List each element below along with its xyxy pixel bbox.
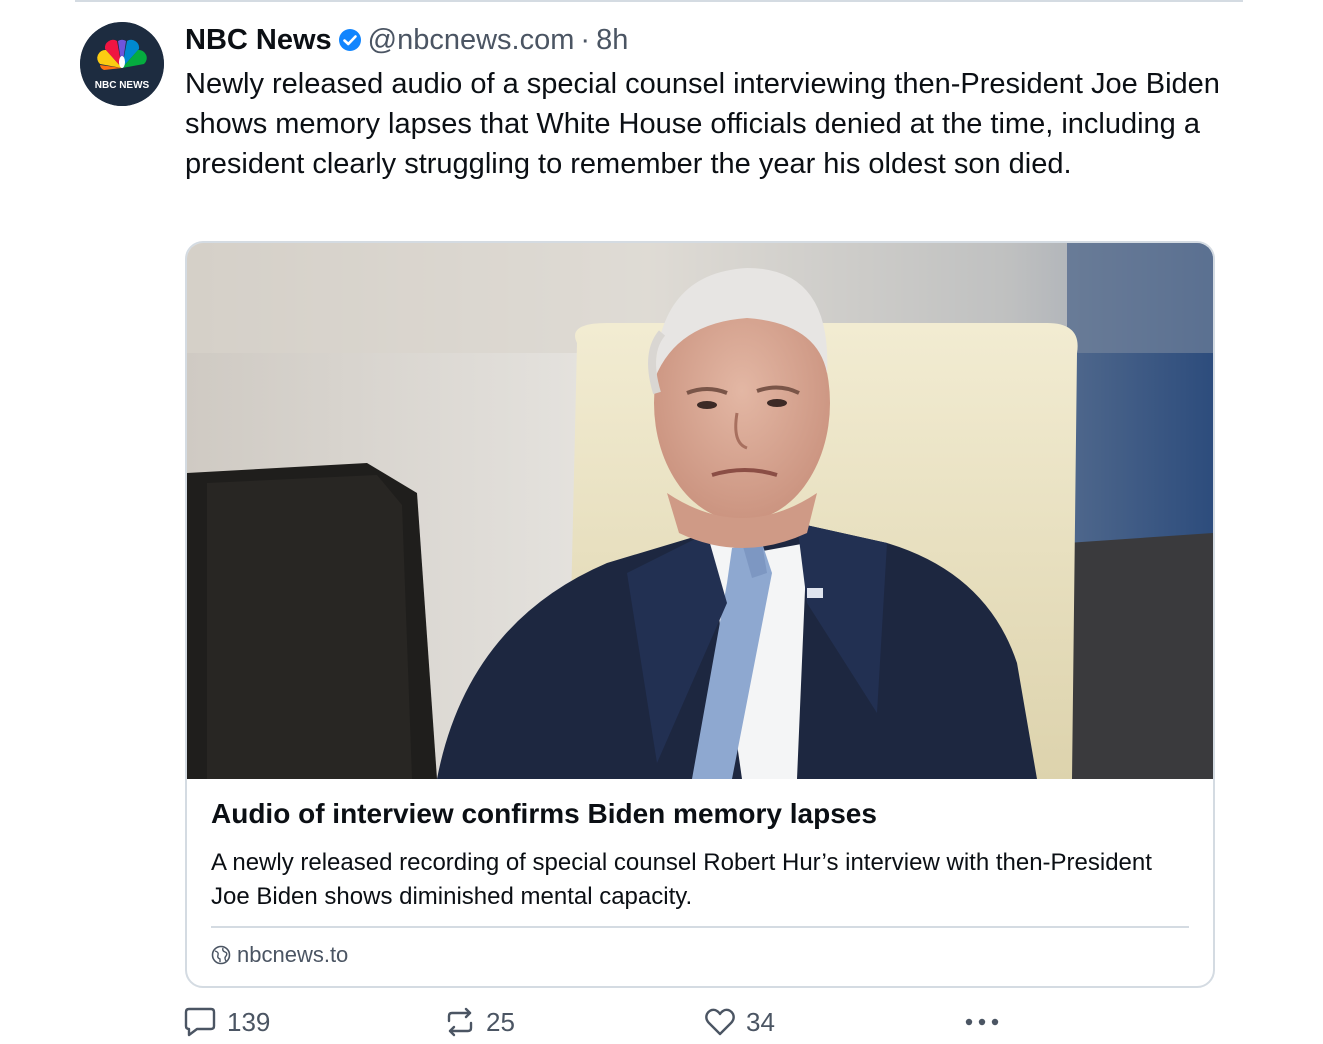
post-text: Newly released audio of a special counse…	[185, 68, 1220, 180]
top-divider	[75, 0, 1243, 2]
avatar-text: NBC NEWS	[95, 80, 150, 91]
link-card-domain-text: nbcnews.to	[237, 942, 349, 967]
link-card[interactable]: Audio of interview confirms Biden memory…	[185, 241, 1215, 988]
repost-icon	[444, 1006, 476, 1038]
more-options-button[interactable]	[964, 1002, 1010, 1042]
verified-badge-icon	[338, 28, 362, 52]
post-actions: 139 25 34	[183, 1002, 1023, 1042]
heart-icon	[704, 1007, 736, 1037]
like-count: 34	[746, 1006, 775, 1037]
reply-button[interactable]: 139	[183, 1002, 270, 1042]
link-card-image	[187, 243, 1213, 779]
reply-icon	[183, 1006, 217, 1038]
post-header: NBC News @nbcnews.com · 8h	[185, 20, 628, 60]
author-display-name[interactable]: NBC News	[185, 24, 332, 57]
link-card-title[interactable]: Audio of interview confirms Biden memory…	[211, 798, 1191, 830]
nbc-peacock-logo: NBC NEWS	[80, 22, 164, 106]
author-handle[interactable]: @nbcnews.com	[368, 24, 575, 57]
link-card-domain[interactable]: nbcnews.to	[211, 940, 348, 970]
repost-count: 25	[486, 1006, 515, 1037]
avatar[interactable]: NBC NEWS	[80, 22, 164, 106]
like-button[interactable]: 34	[704, 1002, 775, 1042]
repost-button[interactable]: 25	[444, 1002, 515, 1042]
photo-joe-biden	[187, 243, 1213, 779]
more-icon	[964, 1017, 1000, 1027]
reply-count: 139	[227, 1006, 271, 1037]
link-card-divider	[211, 926, 1189, 928]
globe-icon	[211, 945, 231, 965]
post-time[interactable]: 8h	[596, 24, 628, 57]
link-card-description: A newly released recording of special co…	[211, 849, 1152, 910]
header-separator: ·	[580, 23, 591, 56]
